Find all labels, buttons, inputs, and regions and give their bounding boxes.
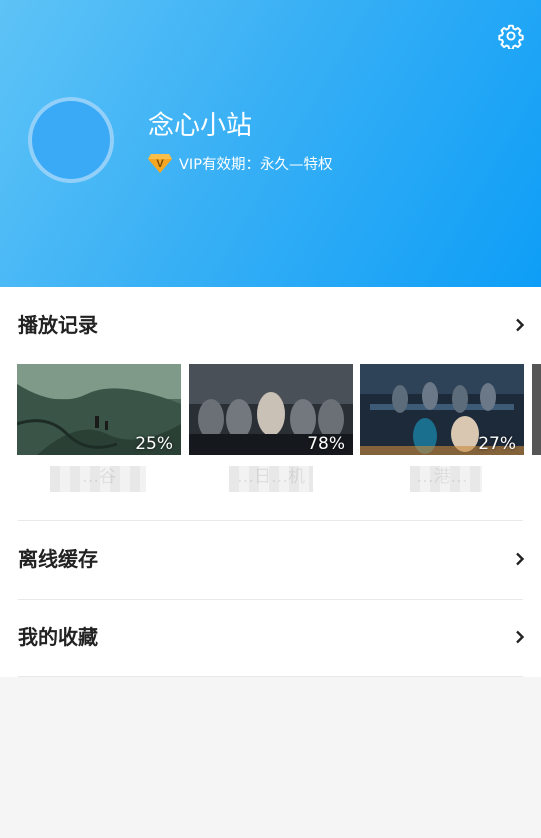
chevron-right-icon [516, 318, 525, 332]
favorites-title: 我的收藏 [18, 625, 98, 649]
offline-cache-chevron[interactable] [513, 552, 527, 566]
favorites-chevron[interactable] [513, 630, 527, 644]
play-history-chevron[interactable] [513, 318, 527, 332]
blurred-title-mask [229, 466, 313, 492]
menu-panel: 播放记录 25% …谷 [0, 287, 541, 677]
svg-text:V: V [156, 158, 164, 170]
chevron-right-icon [516, 630, 525, 644]
blurred-title-mask [410, 466, 482, 492]
blurred-title-mask [50, 466, 146, 492]
history-progress: 25% [135, 434, 173, 454]
play-history-title: 播放记录 [18, 313, 98, 337]
offline-cache-title: 离线缓存 [18, 547, 98, 571]
gear-icon [498, 24, 524, 49]
profile-header: 念心小站 V VIP有效期：永久—特权 [0, 0, 541, 287]
vip-expiry-text: VIP有效期：永久—特权 [179, 156, 333, 173]
divider [18, 676, 523, 677]
avatar[interactable] [28, 97, 114, 183]
vip-badge-icon: V [148, 154, 172, 173]
history-thumbnail [532, 364, 541, 455]
history-progress: 78% [307, 434, 345, 454]
vip-status: V VIP有效期：永久—特权 [147, 151, 332, 175]
history-progress: 27% [478, 434, 516, 454]
history-thumbnail: 27% [360, 364, 524, 455]
username: 念心小站 [148, 111, 253, 141]
play-history-list[interactable]: 25% …谷 78% …日…机 [17, 364, 541, 499]
history-thumbnail: 78% [189, 364, 353, 455]
chevron-right-icon [516, 552, 525, 566]
settings-button[interactable] [496, 21, 526, 51]
history-thumbnail: 25% [17, 364, 181, 455]
history-card-partial[interactable] [532, 364, 541, 455]
